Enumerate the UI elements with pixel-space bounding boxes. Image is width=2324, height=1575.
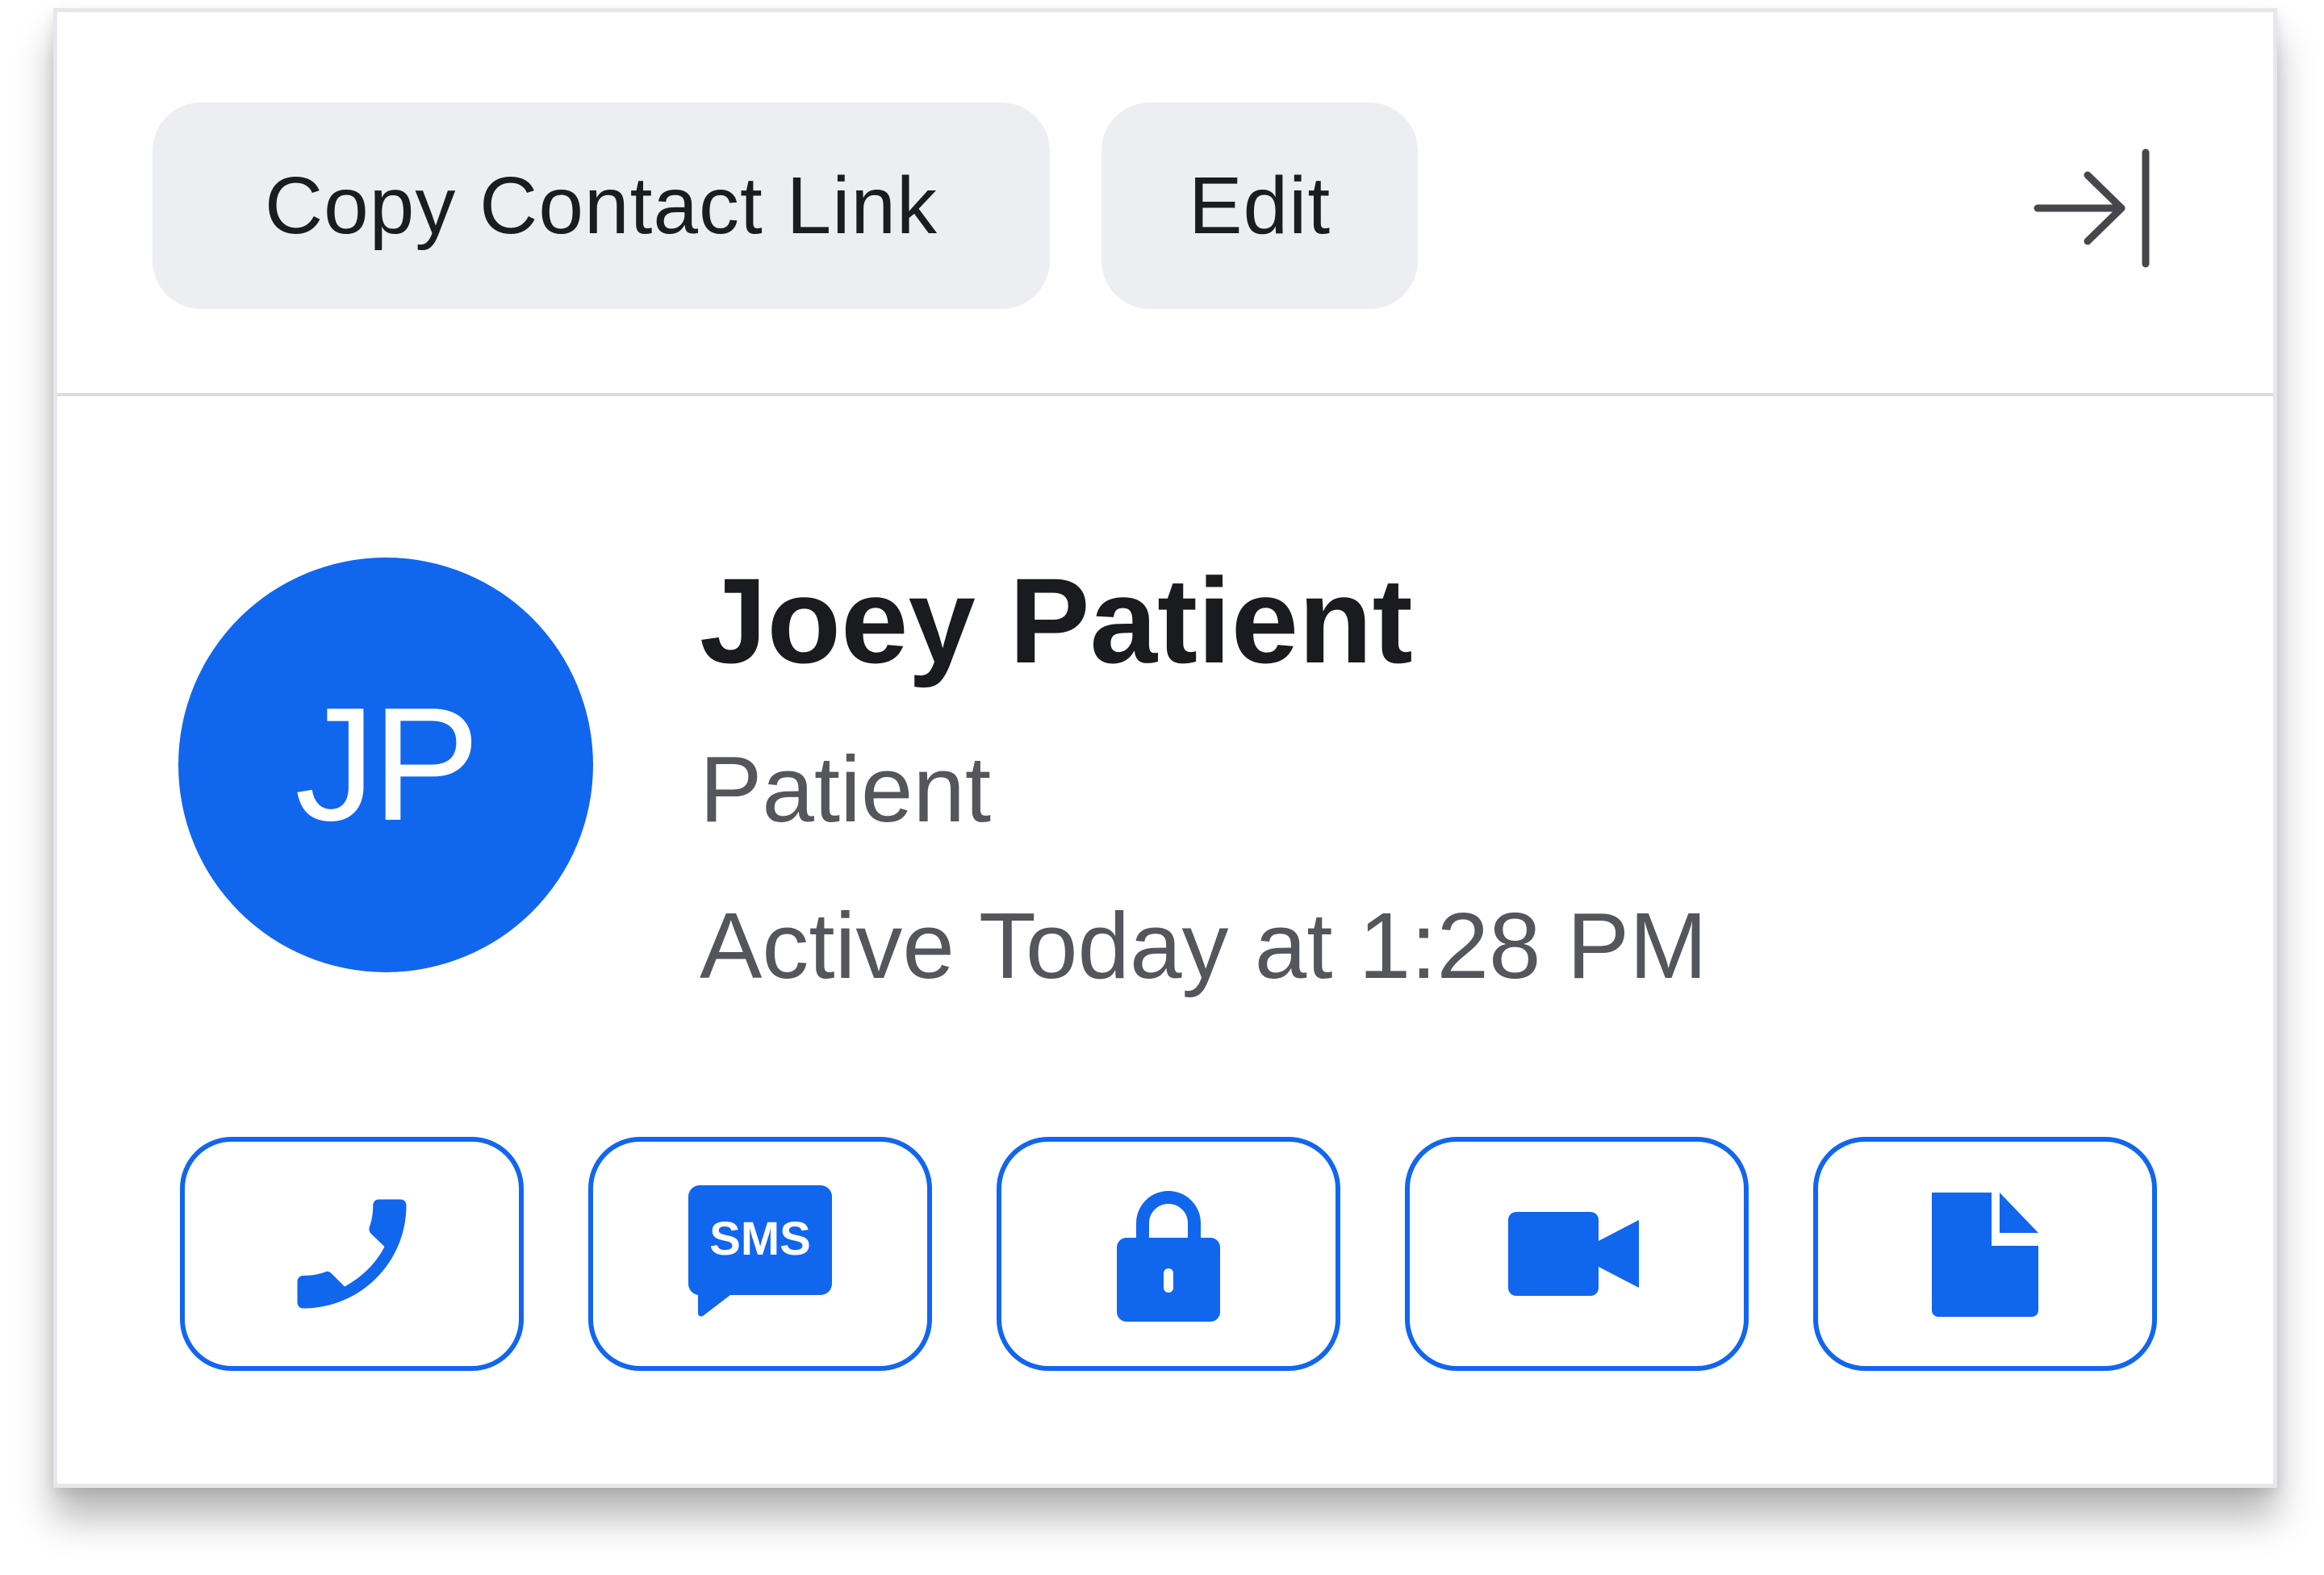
contact-role: Patient (700, 737, 992, 842)
stage: Copy Contact Link Edit JP Joey Patient P… (0, 0, 2324, 1575)
card-header: Copy Contact Link Edit (57, 12, 2273, 396)
contact-card: Copy Contact Link Edit JP Joey Patient P… (53, 8, 2277, 1488)
phone-icon (297, 1199, 407, 1309)
avatar: JP (178, 558, 593, 972)
document-button[interactable] (1813, 1137, 2157, 1371)
sms-badge-text: SMS (709, 1213, 811, 1265)
call-button[interactable] (180, 1137, 524, 1371)
avatar-initials: JP (295, 675, 479, 854)
video-call-button[interactable] (1405, 1137, 1749, 1371)
sms-icon: SMS (688, 1185, 832, 1317)
sms-button[interactable]: SMS (588, 1137, 932, 1371)
secure-lock-button[interactable] (997, 1137, 1340, 1371)
action-buttons: SMS (180, 1137, 2213, 1371)
collapse-panel-icon[interactable] (2031, 148, 2152, 269)
copy-contact-link-button[interactable]: Copy Contact Link (153, 102, 1050, 309)
activity-status: Active Today at 1:28 PM (700, 893, 1707, 998)
video-camera-icon (1508, 1212, 1639, 1296)
edit-button[interactable]: Edit (1101, 102, 1418, 309)
lock-icon (1117, 1191, 1220, 1322)
document-icon (1932, 1193, 2038, 1317)
contact-name: Joey Patient (700, 553, 1413, 688)
